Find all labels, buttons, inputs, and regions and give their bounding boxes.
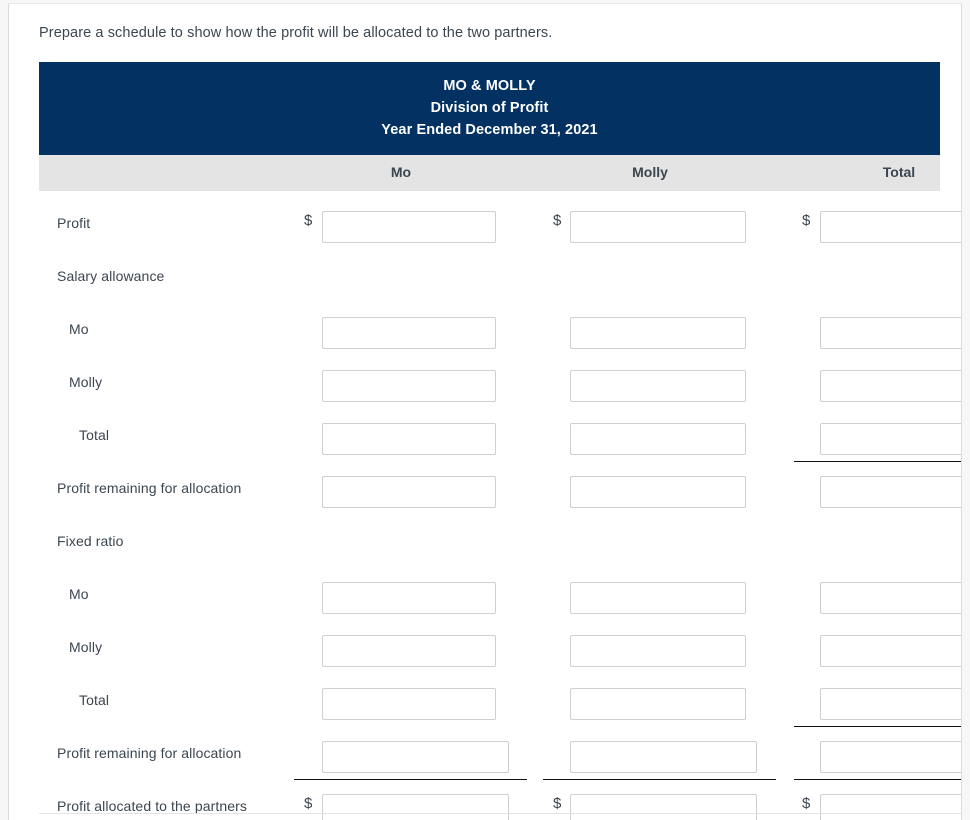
amount-input-mo[interactable] (322, 370, 496, 402)
amount-input-molly[interactable] (570, 211, 746, 243)
amount-input-mo[interactable] (322, 423, 496, 455)
row-label: Profit remaining for allocation (57, 480, 242, 496)
amount-input-mo[interactable] (322, 688, 496, 720)
single-underline (794, 726, 961, 727)
amount-input-total[interactable] (820, 370, 961, 402)
currency-symbol: $ (802, 795, 811, 812)
schedule-title-statement: Division of Profit (430, 100, 549, 116)
schedule-row: Mo (39, 570, 961, 623)
column-header-molly: Molly (632, 164, 668, 180)
schedule-row: Profit remaining for allocation (39, 464, 961, 517)
single-underline (294, 779, 527, 780)
schedule-row: Fixed ratio (39, 517, 961, 570)
amount-input-mo[interactable] (322, 211, 496, 243)
amount-input-molly[interactable] (570, 423, 746, 455)
amount-input-molly[interactable] (570, 476, 746, 508)
currency-symbol: $ (553, 212, 562, 229)
currency-symbol: $ (304, 795, 313, 812)
amount-input-mo[interactable] (322, 741, 509, 773)
amount-input-total[interactable] (820, 635, 961, 667)
amount-input-mo[interactable] (322, 635, 496, 667)
schedule-title-block: MO & MOLLY Division of Profit Year Ended… (39, 62, 940, 155)
amount-input-total[interactable] (820, 317, 961, 349)
row-label: Salary allowance (57, 268, 165, 284)
page-top-strip (9, 4, 961, 6)
amount-input-total[interactable] (820, 688, 961, 720)
amount-input-total[interactable] (820, 211, 961, 243)
row-label: Profit remaining for allocation (57, 745, 242, 761)
row-label: Mo (69, 586, 89, 602)
schedule-row: Profit allocated to the partners $ $ $ (39, 782, 961, 820)
amount-input-total[interactable] (820, 476, 961, 508)
worksheet-page: Prepare a schedule to show how the profi… (8, 3, 962, 820)
amount-input-molly[interactable] (570, 688, 746, 720)
schedule-row: Profit remaining for allocation (39, 729, 961, 782)
amount-input-mo[interactable] (322, 476, 496, 508)
row-label: Mo (69, 321, 89, 337)
amount-input-total[interactable] (820, 582, 961, 614)
single-underline (794, 779, 961, 780)
amount-input-molly[interactable] (570, 582, 746, 614)
amount-input-molly[interactable] (570, 635, 746, 667)
schedule-row: Molly (39, 623, 961, 676)
row-label: Total (79, 427, 110, 443)
column-header-band: Mo Molly Total (39, 155, 940, 191)
amount-input-molly[interactable] (570, 794, 757, 820)
schedule-title-period: Year Ended December 31, 2021 (381, 122, 598, 138)
amount-input-total[interactable] (820, 794, 961, 820)
division-of-profit-schedule: MO & MOLLY Division of Profit Year Ended… (39, 62, 961, 820)
row-label: Profit (57, 215, 91, 231)
row-label: Total (79, 692, 110, 708)
amount-input-molly[interactable] (570, 741, 757, 773)
schedule-rows: Profit $ $ $ Salary allowance Mo Molly Total Pro… (39, 191, 961, 820)
amount-input-molly[interactable] (570, 317, 746, 349)
amount-input-mo[interactable] (322, 582, 496, 614)
schedule-row: Total (39, 411, 961, 464)
currency-symbol: $ (553, 795, 562, 812)
row-label: Molly (69, 374, 103, 390)
schedule-row: Profit $ $ $ (39, 199, 961, 252)
amount-input-mo[interactable] (322, 794, 509, 820)
single-underline (794, 461, 961, 462)
row-label: Profit allocated to the partners (57, 798, 247, 814)
row-label: Fixed ratio (57, 533, 124, 549)
question-prompt: Prepare a schedule to show how the profi… (39, 25, 553, 41)
schedule-title-company: MO & MOLLY (443, 78, 536, 94)
schedule-row: Total (39, 676, 961, 729)
schedule-row: Salary allowance (39, 252, 961, 305)
currency-symbol: $ (304, 212, 313, 229)
amount-input-molly[interactable] (570, 370, 746, 402)
amount-input-mo[interactable] (322, 317, 496, 349)
amount-input-total[interactable] (820, 741, 961, 773)
single-underline (543, 779, 776, 780)
schedule-row: Molly (39, 358, 961, 411)
currency-symbol: $ (802, 212, 811, 229)
section-divider (39, 813, 961, 814)
column-header-total: Total (882, 164, 916, 180)
row-label: Molly (69, 639, 103, 655)
amount-input-total[interactable] (820, 423, 961, 455)
column-header-mo: Mo (390, 164, 412, 180)
schedule-row: Mo (39, 305, 961, 358)
